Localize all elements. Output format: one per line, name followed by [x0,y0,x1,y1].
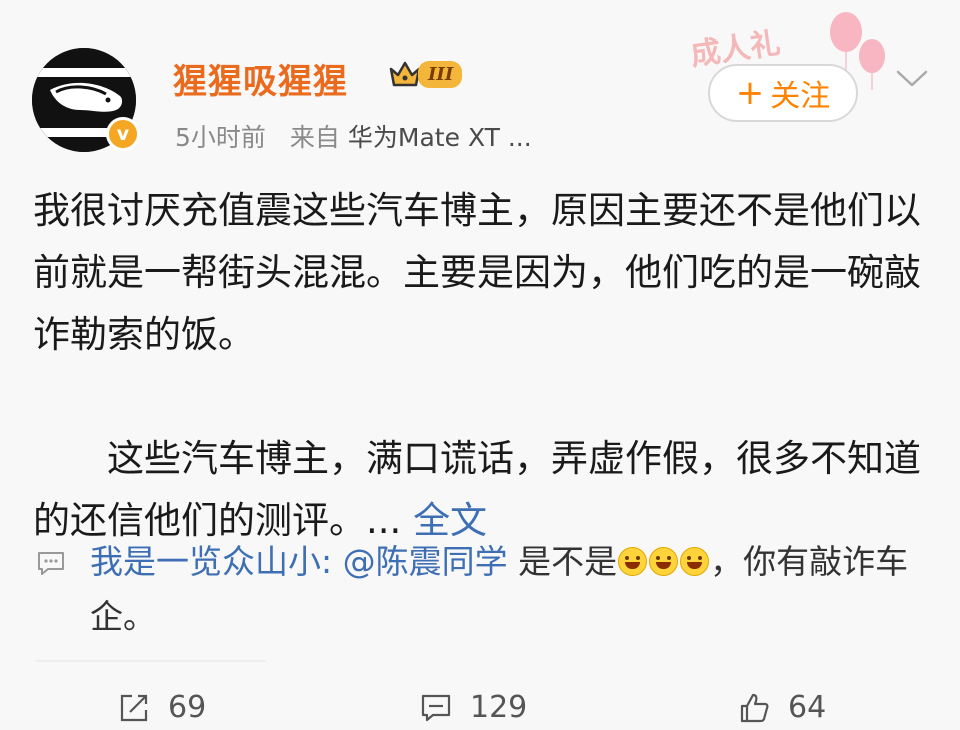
comment-icon [421,694,451,721]
commenter-name[interactable]: 我是一览众山小: [90,542,332,581]
source-label: 来自 [289,123,340,152]
like-icon [740,693,769,722]
post-time: 5小时前 [175,123,266,152]
comment-text-part1: 是不是 [507,542,618,581]
laughing-crying-emoji-icon [618,547,648,576]
post-paragraph-1: 我很讨厌充值震这些汽车博主，原因主要还不是他们以前就是一帮街头混混。主要是因为，… [33,189,921,356]
follow-button[interactable]: + 关注 [708,64,858,122]
comment-bubble-icon [38,552,64,575]
rank-badge[interactable]: III [388,56,463,92]
rank-level: III [418,60,463,88]
action-bar: 69 129 64 [0,690,960,730]
featured-comment[interactable]: 我是一览众山小: @陈震同学 是不是 ，你有敲诈车企。 [36,534,926,644]
laughing-crying-emoji-icon [680,547,710,576]
divider [36,660,266,662]
comment-text: 我是一览众山小: @陈震同学 是不是 ，你有敲诈车企。 [90,534,926,644]
follow-label: 关注 [770,79,831,114]
mention-link[interactable]: @陈震同学 [343,542,508,581]
crown-icon [389,61,421,87]
repost-icon [120,694,148,721]
weibo-post-card: v 猩猩吸猩猩 III 5小时前 来自 华为Mate XT ... 成人礼 + 关注… [0,0,960,725]
author-name[interactable]: 猩猩吸猩猩 [173,54,348,103]
laughing-crying-emoji-icon [649,547,679,576]
post-body: 我很讨厌充值震这些汽车博主，原因主要还不是他们以前就是一帮街头混混。主要是因为，… [33,180,933,552]
source-device[interactable]: 华为Mate XT ... [348,123,532,152]
chevron-down-icon[interactable] [892,64,932,92]
verified-badge-icon: v [106,117,140,151]
plus-icon: + [735,73,765,113]
post-meta: 5小时前 来自 华为Mate XT ... [175,118,532,154]
